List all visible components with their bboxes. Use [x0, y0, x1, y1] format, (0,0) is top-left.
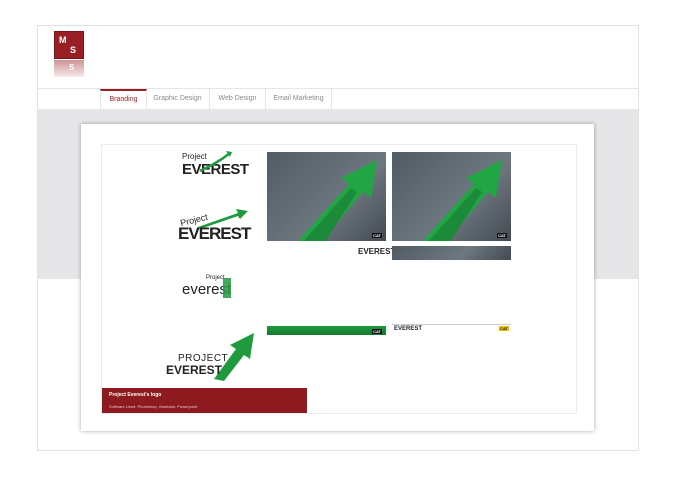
project-sheet: Project EVEREST Project EVEREST Project …: [101, 144, 577, 414]
tab-email-marketing[interactable]: Email Marketing: [266, 89, 332, 109]
small-logo-1-text: EVEREST: [358, 247, 396, 256]
logo-reflection-s: S: [69, 63, 75, 72]
banner-white[interactable]: EVEREST CAT: [392, 324, 511, 335]
logo-variant-2-everest: EVEREST: [178, 224, 251, 243]
green-arrow-icon: [199, 151, 232, 173]
logo-mark-s: S: [70, 45, 77, 55]
small-logo-1: EVEREST: [358, 247, 396, 261]
caption-title: Project Everest's logo: [109, 392, 162, 398]
portfolio-frame: M S S Branding Graphic Design Web Design…: [37, 25, 639, 451]
cat-badge: CAT: [497, 233, 507, 238]
logo-reflection: S: [54, 60, 84, 77]
tab-branding[interactable]: Branding: [100, 89, 147, 109]
dollar-mark-icon: [223, 278, 231, 298]
logo-variant-4: PROJECT EVEREST: [166, 331, 261, 381]
banner-white-logo: EVEREST: [394, 326, 423, 332]
banner-green[interactable]: CAT: [267, 326, 386, 335]
site-logo[interactable]: M S S: [54, 31, 84, 77]
green-arrow-icon: [422, 160, 502, 241]
logo-variant-1: Project EVEREST: [182, 151, 252, 179]
category-nav: Branding Graphic Design Web Design Email…: [38, 88, 638, 110]
tab-graphic-design[interactable]: Graphic Design: [146, 89, 210, 109]
cat-badge: CAT: [372, 329, 382, 334]
logo-variant-2: Project EVEREST: [178, 207, 253, 247]
cat-badge: CAT: [372, 233, 382, 238]
slide-preview-1[interactable]: CAT: [267, 152, 386, 241]
caption-software: Software Used: Photoshop, Illustrator, P…: [109, 404, 198, 409]
logo-mark: M S: [54, 31, 84, 59]
tab-web-design[interactable]: Web Design: [210, 89, 266, 109]
slide-preview-strip[interactable]: [392, 246, 511, 260]
project-caption: Project Everest's logo Software Used: Ph…: [102, 388, 307, 413]
slide-preview-2[interactable]: CAT: [392, 152, 511, 241]
project-lightbox: Project EVEREST Project EVEREST Project …: [81, 124, 594, 431]
logo-mark-m: M: [59, 35, 67, 45]
green-arrow-icon: [297, 160, 377, 241]
cat-badge: CAT: [499, 326, 509, 331]
logo-variant-4-everest: EVEREST: [166, 363, 223, 377]
logo-variant-3: Project everest: [182, 275, 252, 303]
